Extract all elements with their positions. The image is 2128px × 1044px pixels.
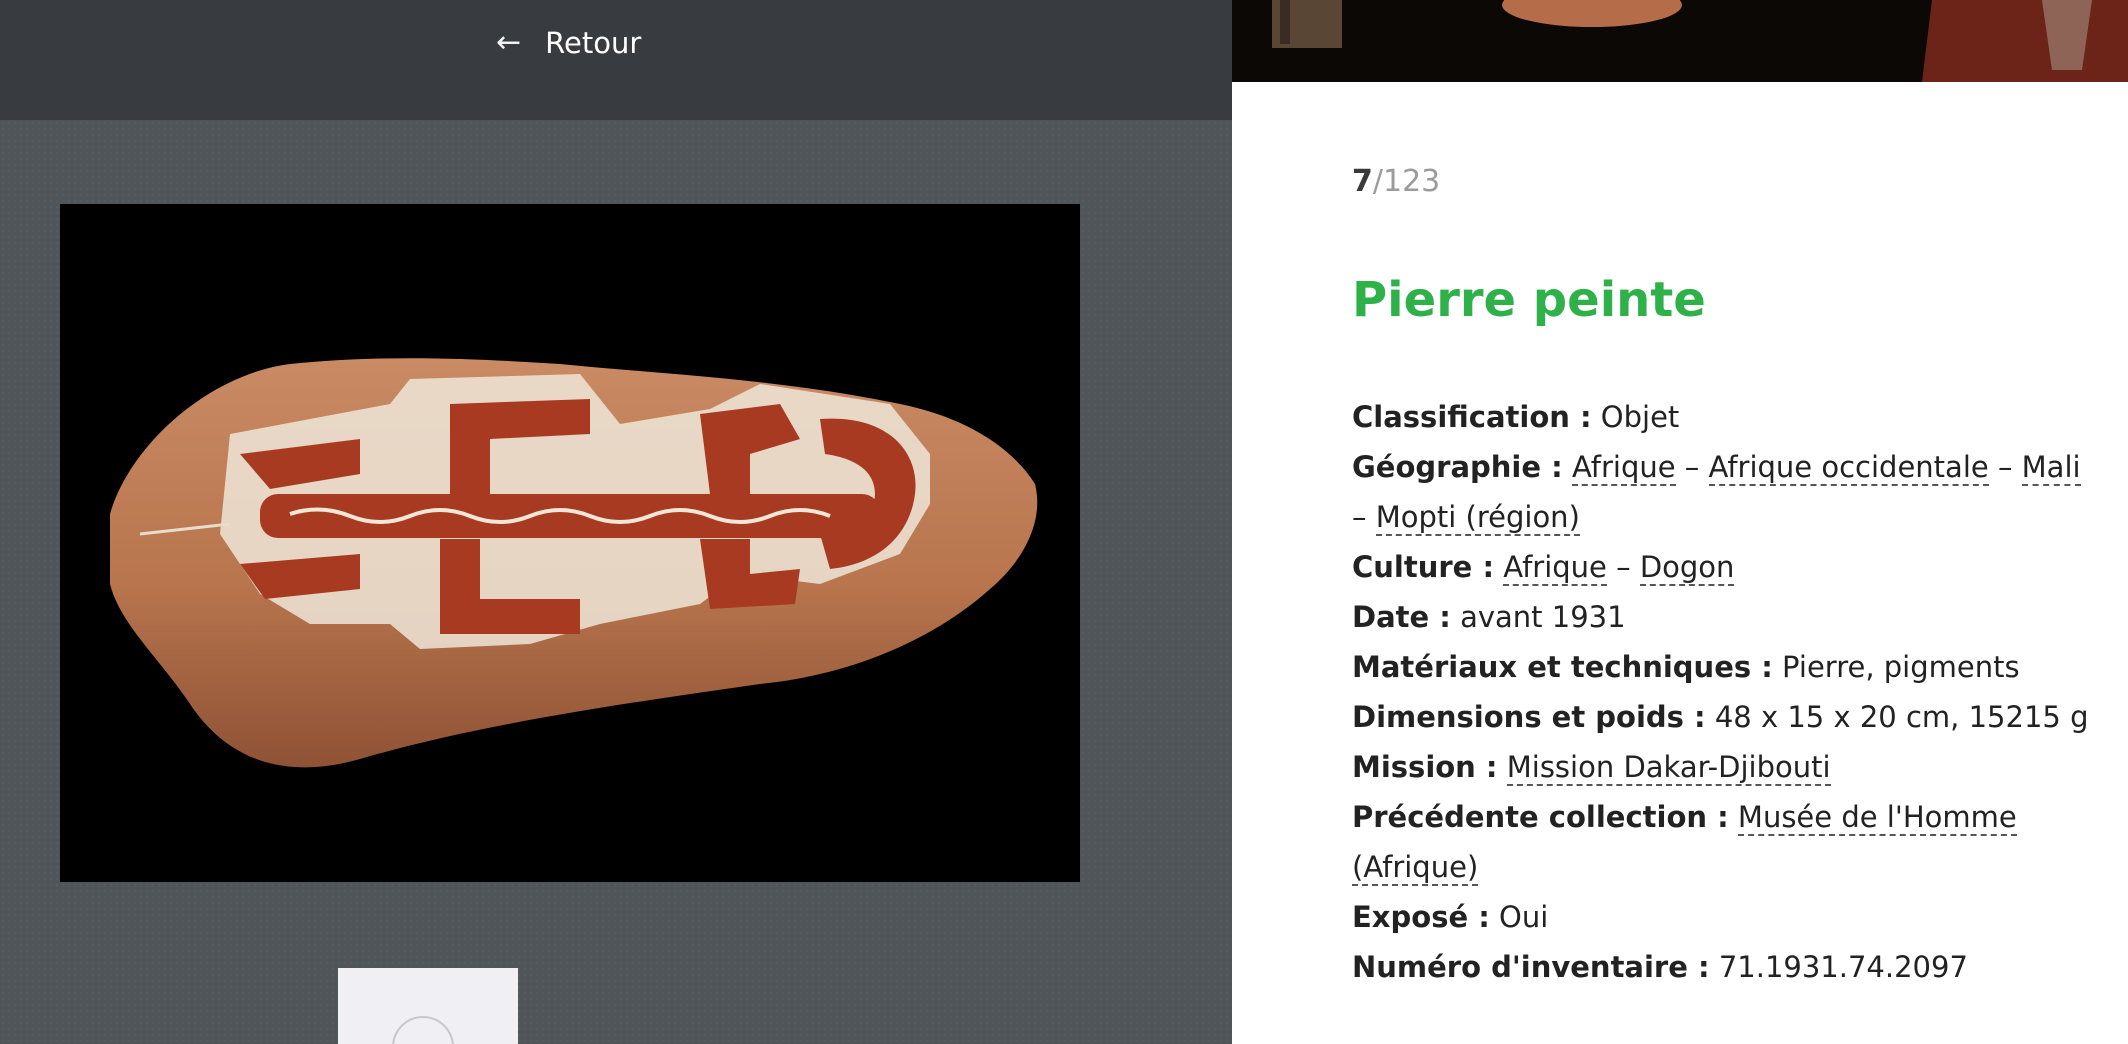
result-counter: 7/123 [1352,164,1440,199]
separator: – [1352,500,1367,534]
painted-stone-image [60,204,1080,882]
object-metadata: Classification : Objet Géographie : Afri… [1352,392,2092,992]
field-label: Matériaux et techniques : [1352,650,1773,684]
link-afrique[interactable]: Afrique [1571,450,1676,486]
field-value: Oui [1499,900,1549,934]
link-afrique-occidentale[interactable]: Afrique occidentale [1708,450,1989,486]
image-viewer: ← Retour [0,0,1232,1044]
counter-total: /123 [1372,164,1441,199]
field-label: Dimensions et poids : [1352,700,1706,734]
arrow-left-icon: ← [496,25,522,60]
video-thumbnail[interactable] [338,968,518,1044]
related-images-banner [1232,0,2128,82]
detail-panel: 7/123 Pierre peinte Classification : Obj… [1232,0,2128,1044]
link-dogon[interactable]: Dogon [1639,550,1735,586]
field-expose: Exposé : Oui [1352,892,2092,942]
back-label: Retour [545,26,642,60]
object-title: Pierre peinte [1352,272,1706,328]
field-dimensions: Dimensions et poids : 48 x 15 x 20 cm, 1… [1352,692,2092,742]
field-label: Exposé : [1352,900,1490,934]
field-value: avant 1931 [1460,600,1626,634]
back-button[interactable]: ← Retour [496,24,641,62]
separator: – [1997,450,2013,484]
field-label: Culture : [1352,550,1495,584]
field-value: 48 x 15 x 20 cm, 15215 g [1714,700,2089,734]
field-culture: Culture : Afrique – Dogon [1352,542,2092,592]
field-value: Objet [1600,400,1680,434]
link-mopti-region[interactable]: Mopti (région) [1375,500,1580,536]
field-value: 71.1931.74.2097 [1718,950,1968,984]
field-label: Précédente collection : [1352,800,1729,834]
field-classification: Classification : Objet [1352,392,2092,442]
field-precedente-collection: Précédente collection : Musée de l'Homme… [1352,792,2092,892]
separator: – [1684,450,1700,484]
separator: – [1616,550,1631,584]
field-label: Numéro d'inventaire : [1352,950,1710,984]
field-label: Géographie : [1352,450,1563,484]
field-label: Mission : [1352,750,1498,784]
field-date: Date : avant 1931 [1352,592,2092,642]
related-images-strip[interactable] [1232,0,2128,82]
field-mission: Mission : Mission Dakar-Djibouti [1352,742,2092,792]
counter-current: 7 [1352,164,1373,199]
field-materiaux: Matériaux et techniques : Pierre, pigmen… [1352,642,2092,692]
link-mali[interactable]: Mali [2021,450,2081,486]
field-geographie: Géographie : Afrique – Afrique occidenta… [1352,442,2092,542]
viewer-topbar: ← Retour [0,0,1232,120]
field-value: Pierre, pigments [1782,650,2020,684]
field-label: Classification : [1352,400,1592,434]
link-mission[interactable]: Mission Dakar-Djibouti [1506,750,1831,786]
link-culture-afrique[interactable]: Afrique [1503,550,1607,586]
field-label: Date : [1352,600,1451,634]
main-object-image[interactable] [60,204,1080,882]
play-icon [392,1016,454,1044]
field-inventaire: Numéro d'inventaire : 71.1931.74.2097 [1352,942,2092,992]
